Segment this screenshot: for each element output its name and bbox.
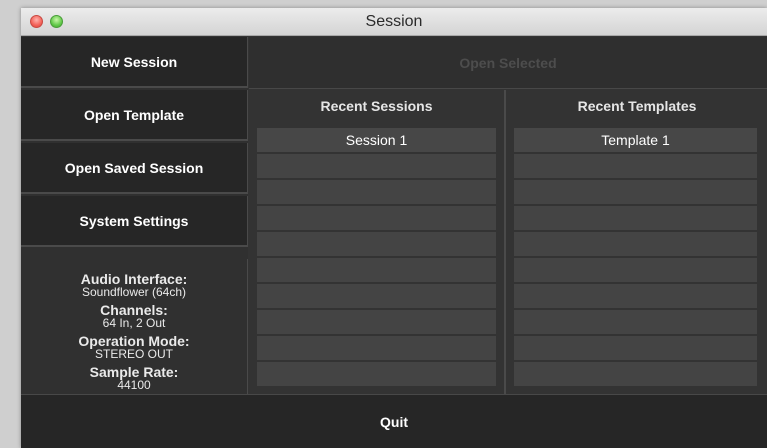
sample-rate-label: Sample Rate: [89,364,179,380]
recent-templates-header: Recent Templates [577,98,697,114]
template-list-item[interactable] [514,180,757,204]
audio-info-panel: Audio Interface: Soundflower (64ch) Chan… [21,259,248,394]
system-settings-button[interactable]: System Settings [21,196,248,247]
template-list-item[interactable] [514,336,757,360]
session-list-item[interactable] [257,310,496,334]
recent-sessions-header: Recent Sessions [320,98,433,114]
template-list-item[interactable]: Template 1 [514,128,757,152]
audio-interface-value: Soundflower (64ch) [81,285,187,299]
session-list-item[interactable]: Session 1 [257,128,496,152]
open-selected-button[interactable]: Open Selected [249,37,767,89]
sample-rate-value: 44100 [117,378,151,392]
title-bar: Session [21,8,767,36]
new-session-button[interactable]: New Session [21,37,248,88]
template-list-item[interactable] [514,284,757,308]
session-list-item[interactable] [257,180,496,204]
channels-value: 64 In, 2 Out [102,316,166,330]
window-title: Session [365,13,423,30]
session-list-item[interactable] [257,232,496,256]
session-list-item[interactable] [257,362,496,386]
open-saved-session-button[interactable]: Open Saved Session [21,143,248,194]
recent-templates-panel: Recent Templates Template 1 [507,90,767,394]
session-list-item[interactable] [257,206,496,230]
operation-mode-label: Operation Mode: [78,333,190,349]
channels-label: Channels: [100,302,168,318]
open-template-button[interactable]: Open Template [21,90,248,141]
quit-button[interactable]: Quit [21,394,767,448]
template-list-item[interactable] [514,154,757,178]
template-list-item[interactable] [514,232,757,256]
template-list-item[interactable] [514,310,757,334]
audio-interface-label: Audio Interface: [80,271,188,287]
session-list-item[interactable] [257,154,496,178]
template-list-item[interactable] [514,362,757,386]
session-list-item[interactable] [257,284,496,308]
recent-sessions-list: Session 1 [257,128,496,388]
template-list-item[interactable] [514,258,757,282]
recent-templates-list: Template 1 [514,128,757,388]
session-window: Session New Session Open Template Open S… [21,8,767,448]
template-list-item[interactable] [514,206,757,230]
session-list-item[interactable] [257,258,496,282]
operation-mode-value: STEREO OUT [94,347,173,361]
sidebar: New Session Open Template Open Saved Ses… [21,37,248,394]
session-list-item[interactable] [257,336,496,360]
recent-sessions-panel: Recent Sessions Session 1 [249,90,506,394]
